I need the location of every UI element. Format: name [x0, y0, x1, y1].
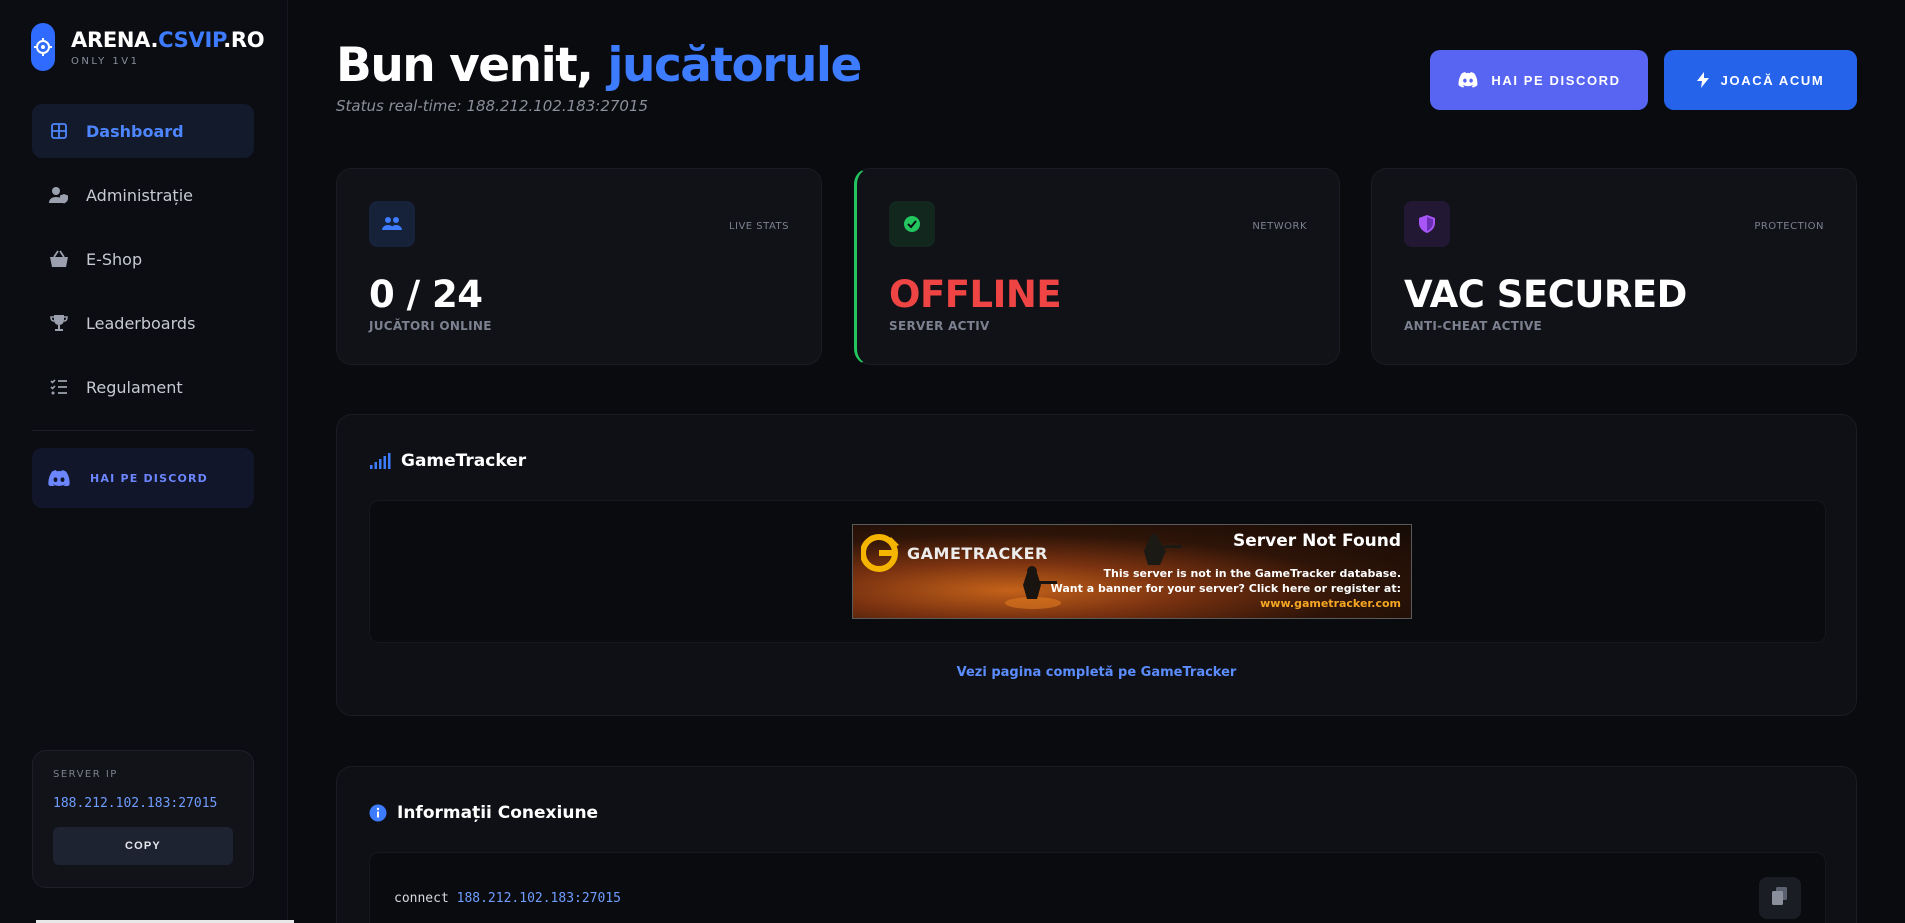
page-header: Bun venit, jucătorule Status real-time: …	[336, 38, 862, 115]
gametracker-title: GameTracker	[369, 451, 526, 471]
page-title: Bun venit, jucătorule	[336, 38, 862, 93]
sidebar-item-eshop[interactable]: E-Shop	[32, 232, 254, 286]
gametracker-panel: GameTracker GAMETRACKER Server Not Found…	[336, 414, 1857, 716]
sidebar-discord-button[interactable]: HAI PE DISCORD	[32, 448, 254, 508]
gametracker-banner-frame: GAMETRACKER Server Not Found This server…	[369, 500, 1826, 643]
user-shield-icon	[48, 184, 70, 206]
sidebar-item-label: Administrație	[86, 185, 193, 205]
discord-icon	[1457, 72, 1479, 88]
discord-icon	[48, 470, 70, 486]
shield-icon	[1404, 201, 1450, 247]
sidebar-item-administratie[interactable]: Administrație	[32, 168, 254, 222]
server-status: OFFLINE	[889, 273, 1062, 316]
card-subtitle: JUCĂTORI ONLINE	[369, 319, 492, 333]
play-now-label: JOACĂ ACUM	[1720, 72, 1825, 88]
connect-command-box: connect 188.212.102.183:27015	[369, 852, 1826, 923]
server-ip-label: SERVER IP	[53, 769, 118, 780]
protection-status: VAC SECURED	[1404, 273, 1687, 316]
sidebar-item-label: Leaderboards	[86, 313, 196, 333]
copy-icon	[1772, 887, 1788, 909]
stat-card-protection: PROTECTION VAC SECURED ANTI-CHEAT ACTIVE	[1371, 168, 1857, 365]
sidebar-item-label: E-Shop	[86, 249, 143, 269]
basket-icon	[48, 248, 70, 270]
discord-button-label: HAI PE DISCORD	[1491, 72, 1621, 88]
stat-card-players: LIVE STATS 0 / 24 JUCĂTORI ONLINE	[336, 168, 822, 365]
sidebar-item-leaderboards[interactable]: Leaderboards	[32, 296, 254, 350]
trophy-icon	[48, 312, 70, 334]
brand-title: ARENA.CSVIP.RO	[71, 27, 265, 52]
sidebar: ARENA.CSVIP.RO ONLY 1V1 Dashboard Admini…	[0, 0, 294, 923]
play-now-button[interactable]: JOACĂ ACUM	[1664, 50, 1857, 110]
card-tag: NETWORK	[1252, 221, 1307, 232]
users-icon	[369, 201, 415, 247]
status-line: Status real-time: 188.212.102.183:27015	[336, 97, 649, 115]
card-subtitle: ANTI-CHEAT ACTIVE	[1404, 319, 1543, 333]
gametracker-banner[interactable]: GAMETRACKER Server Not Found This server…	[852, 524, 1412, 619]
grid-icon	[48, 120, 70, 142]
banner-title: Server Not Found	[1233, 531, 1401, 551]
discord-button[interactable]: HAI PE DISCORD	[1430, 50, 1648, 110]
server-ip-value: 188.212.102.183:27015	[53, 796, 218, 811]
sidebar-discord-label: HAI PE DISCORD	[90, 471, 209, 485]
crosshair-icon	[31, 23, 55, 71]
card-subtitle: SERVER ACTIV	[889, 319, 990, 333]
banner-text: Want a banner for your server? Click her…	[1050, 582, 1401, 595]
copy-command-button[interactable]	[1759, 877, 1801, 919]
copy-ip-button[interactable]: COPY	[53, 827, 233, 865]
card-tag: LIVE STATS	[728, 221, 789, 232]
info-icon	[369, 804, 387, 822]
gametracker-full-page-link[interactable]: Vezi pagina completă pe GameTracker	[337, 665, 1856, 680]
brand[interactable]: ARENA.CSVIP.RO ONLY 1V1	[31, 23, 265, 71]
bolt-icon	[1696, 72, 1709, 88]
list-check-icon	[48, 376, 70, 398]
server-ip-box: SERVER IP 188.212.102.183:27015 COPY	[32, 750, 254, 888]
connect-command[interactable]: connect 188.212.102.183:27015	[394, 891, 621, 906]
players-count: 0 / 24	[369, 273, 483, 316]
sidebar-item-regulament[interactable]: Regulament	[32, 360, 254, 414]
card-tag: PROTECTION	[1754, 221, 1824, 232]
stat-card-network: NETWORK OFFLINE SERVER ACTIV	[854, 168, 1340, 365]
sidebar-item-label: Dashboard	[86, 121, 184, 141]
sidebar-nav: Dashboard Administrație E-Shop Leaderboa…	[32, 104, 254, 424]
connection-panel: Informații Conexiune connect 188.212.102…	[336, 766, 1857, 923]
connection-title: Informații Conexiune	[369, 803, 598, 823]
brand-subtitle: ONLY 1V1	[71, 55, 140, 67]
banner-url: www.gametracker.com	[1260, 597, 1401, 610]
sidebar-divider	[32, 430, 254, 431]
sidebar-item-label: Regulament	[86, 377, 183, 397]
banner-text: This server is not in the GameTracker da…	[1103, 567, 1401, 580]
sidebar-item-dashboard[interactable]: Dashboard	[32, 104, 254, 158]
signal-icon	[369, 453, 391, 469]
check-circle-icon	[889, 201, 935, 247]
